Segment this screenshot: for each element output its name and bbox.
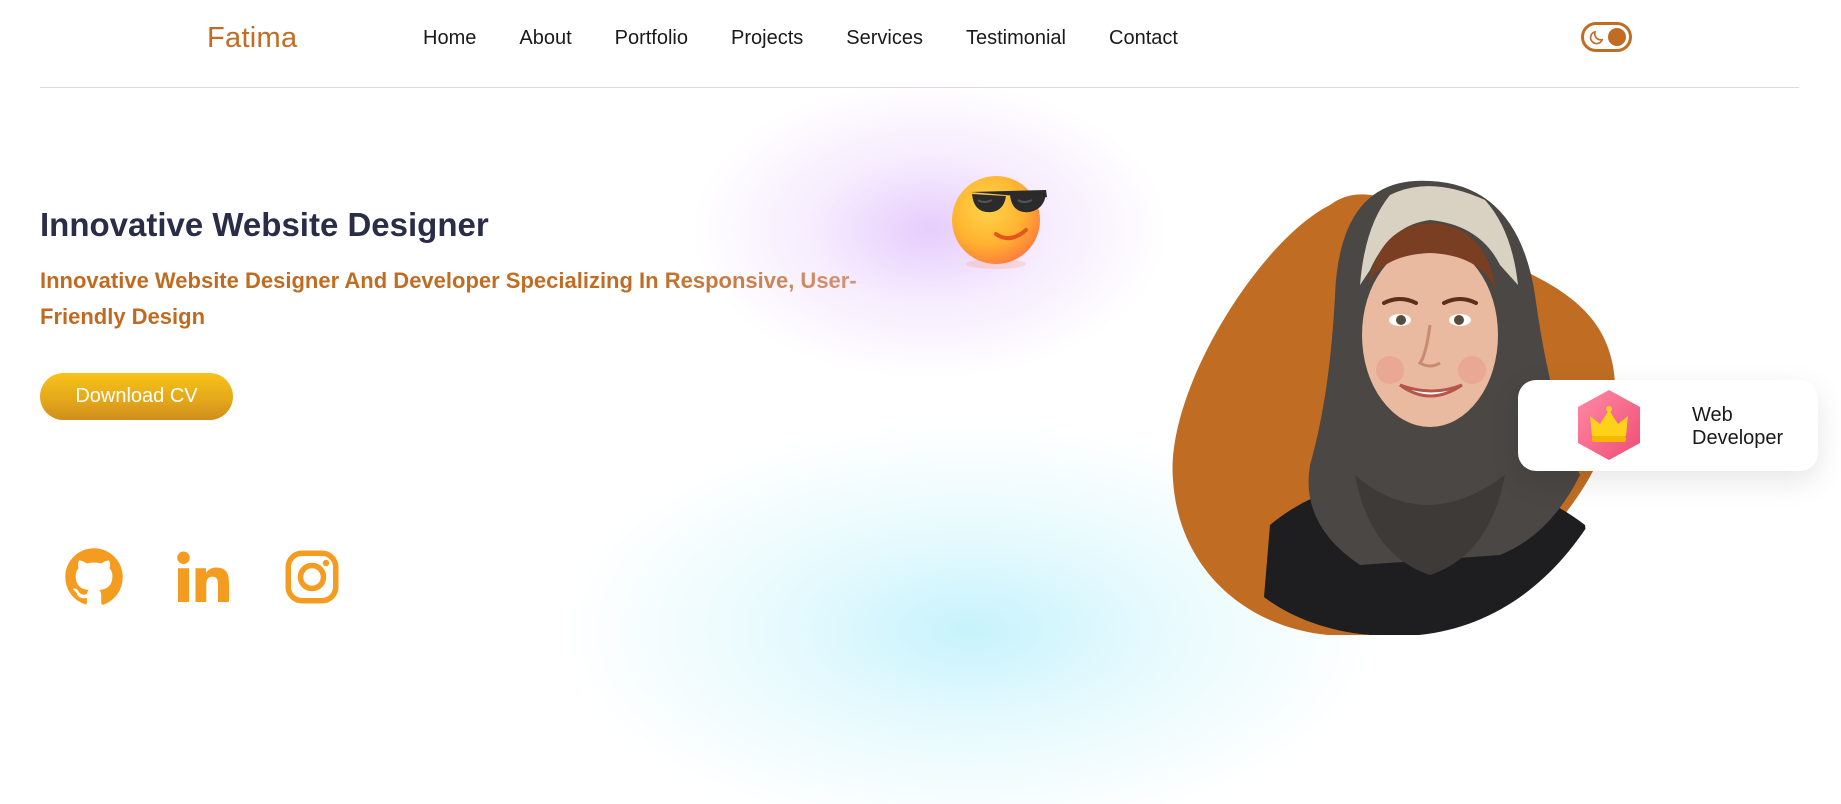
instagram-link[interactable] [282,547,342,607]
crown-icon [1578,390,1640,460]
instagram-icon [285,550,339,604]
site-logo[interactable]: Fatima [207,22,297,55]
linkedin-link[interactable] [173,547,233,607]
nav-services[interactable]: Services [846,27,923,50]
nav-about[interactable]: About [519,27,571,50]
nav-portfolio[interactable]: Portfolio [615,27,688,50]
toggle-knob [1608,28,1626,46]
download-cv-button[interactable]: Download CV [40,373,233,420]
role-badge-label: Web Developer [1692,404,1784,449]
background-glow-purple [690,80,1170,380]
role-badge-card: Web Developer [1518,380,1818,471]
github-link[interactable] [64,547,124,607]
nav-home[interactable]: Home [423,27,476,50]
github-icon [65,548,123,605]
theme-toggle[interactable] [1581,22,1632,52]
hero-subtitle: Innovative Website Designer And Develope… [40,263,900,335]
header-divider [40,87,1799,88]
nav-contact[interactable]: Contact [1109,27,1178,50]
hero-title: Innovative Website Designer [40,206,489,243]
site-header: Fatima Home About Portfolio Projects Ser… [0,0,1841,88]
main-nav: Home About Portfolio Projects Services T… [423,27,1221,50]
nav-testimonial[interactable]: Testimonial [966,27,1066,50]
nav-projects[interactable]: Projects [731,27,803,50]
sunglasses-emoji-icon [952,176,1047,269]
linkedin-icon [177,551,229,602]
moon-icon [1589,30,1604,45]
page: Fatima Home About Portfolio Projects Ser… [0,0,1841,804]
